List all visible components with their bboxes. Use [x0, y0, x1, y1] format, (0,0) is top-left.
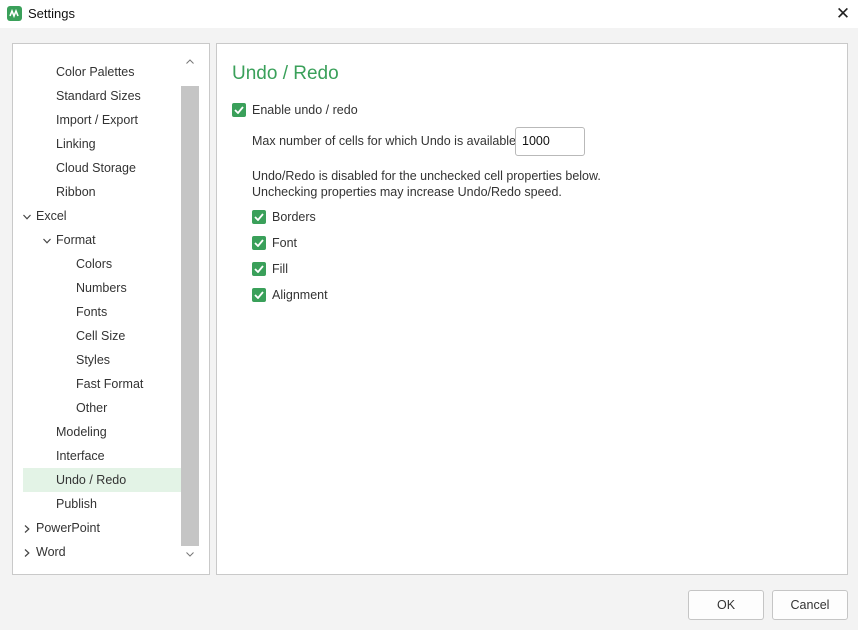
tree-item-interface[interactable]: Interface — [23, 444, 181, 468]
chevron-down-icon — [186, 551, 194, 557]
info-text-line-1: Undo/Redo is disabled for the unchecked … — [252, 169, 601, 183]
tree-item-label: Standard Sizes — [56, 89, 141, 103]
tree-item-label: PowerPoint — [36, 521, 100, 535]
alignment-checkbox[interactable]: Alignment — [252, 286, 328, 304]
tree-item-label: Format — [56, 233, 96, 247]
tree-item-word[interactable]: Word — [23, 540, 181, 564]
chevron-up-icon — [186, 58, 194, 64]
checkbox-checked-icon — [252, 288, 266, 302]
chevron-right-icon[interactable] — [21, 516, 33, 540]
undo-redo-settings-panel: Undo / Redo Enable undo / redo Max numbe… — [216, 43, 848, 575]
tree-item-label: Numbers — [76, 281, 127, 295]
scroll-thumb[interactable] — [181, 86, 199, 546]
tree-item-label: Interface — [56, 449, 105, 463]
tree-item-linking[interactable]: Linking — [23, 132, 181, 156]
ok-button[interactable]: OK — [688, 590, 764, 620]
tree-item-fast-format[interactable]: Fast Format — [23, 372, 181, 396]
font-checkbox[interactable]: Font — [252, 234, 297, 252]
tree-item-label: Fast Format — [76, 377, 144, 391]
checkbox-checked-icon — [252, 210, 266, 224]
close-icon: ✕ — [835, 4, 851, 23]
tree-item-cell-size[interactable]: Cell Size — [23, 324, 181, 348]
tree-item-colors[interactable]: Colors — [23, 252, 181, 276]
checkbox-checked-icon — [252, 236, 266, 250]
tree-item-label: Color Palettes — [56, 65, 135, 79]
tree-item-label: Publish — [56, 497, 97, 511]
close-button[interactable]: ✕ — [828, 0, 858, 28]
tree-item-label: Styles — [76, 353, 111, 367]
max-cells-input[interactable]: 1000 — [515, 127, 585, 156]
tree-item-label: Undo / Redo — [56, 473, 127, 487]
scroll-up-button[interactable] — [181, 53, 199, 69]
tree-item-label: Import / Export — [56, 113, 138, 127]
enable-undo-redo-checkbox[interactable]: Enable undo / redo — [232, 101, 358, 119]
info-text-line-2: Unchecking properties may increase Undo/… — [252, 185, 562, 199]
tree-item-label: Other — [76, 401, 108, 415]
window-title: Settings — [28, 6, 75, 21]
tree-item-label: Linking — [56, 137, 96, 151]
fill-checkbox[interactable]: Fill — [252, 260, 288, 278]
tree-item-label: Colors — [76, 257, 113, 271]
tree-item-cloud-storage[interactable]: Cloud Storage — [23, 156, 181, 180]
tree-item-label: Ribbon — [56, 185, 96, 199]
tree-item-color-palettes[interactable]: Color Palettes — [23, 60, 181, 84]
tree-item-modeling[interactable]: Modeling — [23, 420, 181, 444]
tree-item-label: Cloud Storage — [56, 161, 136, 175]
borders-label: Borders — [272, 210, 316, 224]
tree-item-undo-redo[interactable]: Undo / Redo — [23, 468, 181, 492]
tree-item-label: Excel — [36, 209, 67, 223]
tree-item-label: Cell Size — [76, 329, 126, 343]
fill-label: Fill — [272, 262, 288, 276]
tree-scrollbar[interactable] — [181, 50, 199, 568]
tree-item-styles[interactable]: Styles — [23, 348, 181, 372]
tree-item-format[interactable]: Format — [23, 228, 181, 252]
chevron-down-icon[interactable] — [41, 228, 53, 252]
cancel-button[interactable]: Cancel — [772, 590, 848, 620]
tree-item-ribbon[interactable]: Ribbon — [23, 180, 181, 204]
settings-tree: Color Palettes Standard Sizes Import / Exp… — [12, 43, 210, 575]
tree-item-publish[interactable]: Publish — [23, 492, 181, 516]
tree-item-label: Word — [36, 545, 66, 559]
tree-item-label: Fonts — [76, 305, 108, 319]
borders-checkbox[interactable]: Borders — [252, 208, 316, 226]
chevron-down-icon[interactable] — [21, 204, 33, 228]
checkbox-checked-icon — [232, 103, 246, 117]
app-logo-icon — [7, 6, 22, 21]
tree-item-label: Modeling — [56, 425, 107, 439]
tree-item-numbers[interactable]: Numbers — [23, 276, 181, 300]
checkbox-checked-icon — [252, 262, 266, 276]
tree-item-standard-sizes[interactable]: Standard Sizes — [23, 84, 181, 108]
tree-item-excel[interactable]: Excel — [23, 204, 181, 228]
title-bar: Settings ✕ — [0, 0, 858, 28]
tree-item-import-export[interactable]: Import / Export — [23, 108, 181, 132]
enable-undo-redo-label: Enable undo / redo — [252, 103, 358, 117]
chevron-right-icon[interactable] — [21, 540, 33, 564]
tree-item-fonts[interactable]: Fonts — [23, 300, 181, 324]
page-title: Undo / Redo — [232, 63, 339, 84]
tree-item-powerpoint[interactable]: PowerPoint — [23, 516, 181, 540]
scroll-down-button[interactable] — [181, 546, 199, 562]
alignment-label: Alignment — [272, 288, 328, 302]
font-label: Font — [272, 236, 298, 250]
max-cells-label: Max number of cells for which Undo is av… — [252, 134, 517, 148]
tree-item-other[interactable]: Other — [23, 396, 181, 420]
